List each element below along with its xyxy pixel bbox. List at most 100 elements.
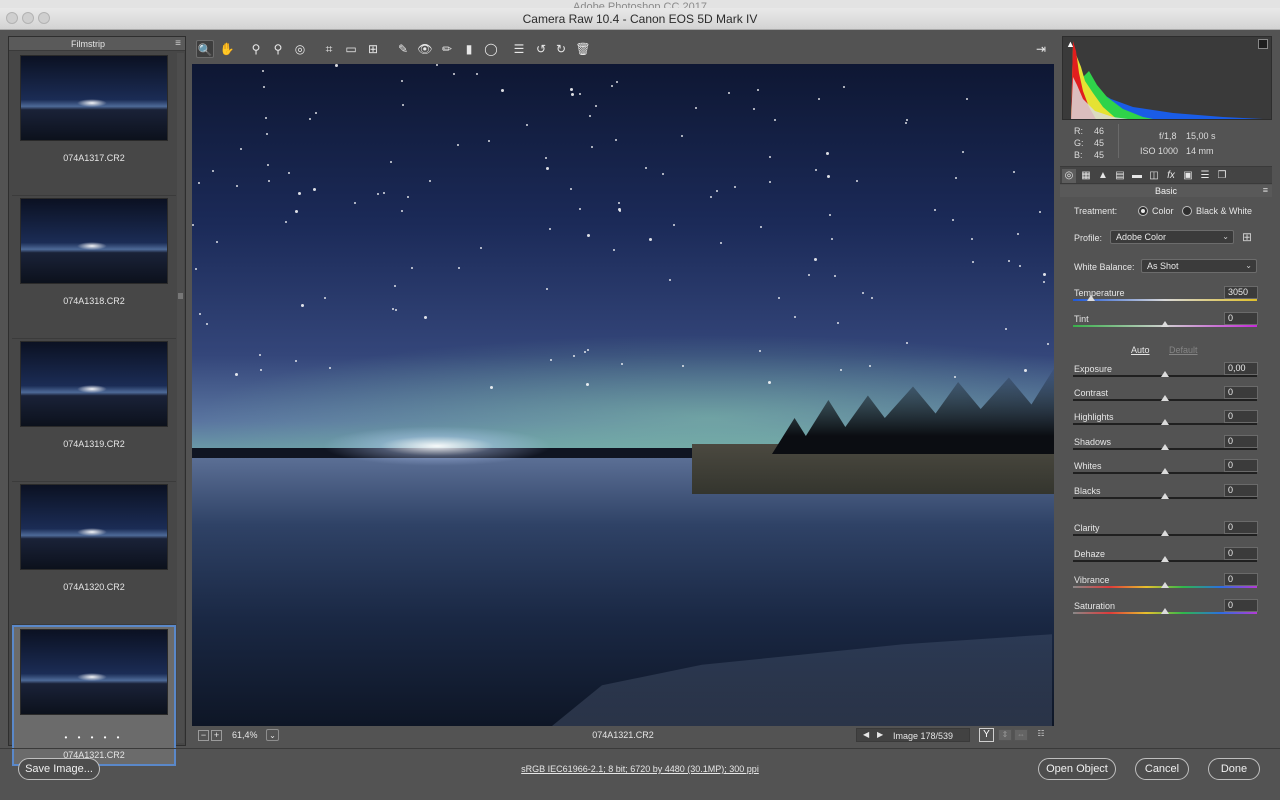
whites-slider-thumb[interactable] (1161, 468, 1169, 474)
cancel-button[interactable]: Cancel (1135, 758, 1189, 780)
star (206, 323, 208, 325)
tab-lens-icon[interactable]: ◫ (1147, 169, 1161, 183)
profile-browser-icon[interactable]: ⊞ (1239, 231, 1255, 245)
image-preview[interactable] (192, 64, 1054, 726)
tab-presets-icon[interactable]: ☰ (1198, 169, 1212, 183)
shutter-value: 15,00 s (1186, 131, 1216, 141)
star (869, 365, 871, 367)
blacks-slider-thumb[interactable] (1161, 493, 1169, 499)
exposure-value-field[interactable]: 0,00 (1224, 362, 1258, 375)
copy-settings-icon[interactable]: ⇔ (1014, 729, 1028, 741)
zoom-tool-icon[interactable]: 🔍 (196, 40, 214, 58)
dehaze-value-field[interactable]: 0 (1224, 547, 1258, 560)
straighten-tool-icon[interactable]: ▭ (342, 40, 360, 58)
tab-hsl-icon[interactable]: ▤ (1113, 169, 1127, 183)
clarity-slider-thumb[interactable] (1161, 530, 1169, 536)
tab-split-toning-icon[interactable]: ▬ (1130, 169, 1144, 183)
star (476, 73, 478, 75)
star (778, 297, 780, 299)
temperature-slider-thumb[interactable] (1087, 295, 1095, 301)
filmstrip-item[interactable]: 074A1319.CR2 (12, 339, 176, 482)
profile-select[interactable]: Adobe Color ⌄ (1110, 230, 1234, 244)
tab-effects-icon[interactable]: fx (1164, 169, 1178, 183)
star (710, 196, 712, 198)
treatment-color-label: Color (1152, 206, 1174, 216)
open-object-button[interactable]: Open Object (1038, 758, 1116, 780)
filmstrip-scrollbar[interactable] (177, 53, 184, 743)
transform-tool-icon[interactable]: ⊞ (364, 40, 382, 58)
temperature-value-field[interactable]: 3050 (1224, 286, 1258, 299)
tab-camera-calibration-icon[interactable]: ▣ (1181, 169, 1195, 183)
shadow-clipping-icon[interactable]: ▲ (1066, 39, 1075, 49)
next-image-icon[interactable]: ▶ (877, 730, 883, 739)
aperture-value: f/1,8 (1159, 131, 1177, 141)
star (1043, 273, 1046, 276)
treatment-color-radio[interactable] (1138, 206, 1148, 216)
highlight-clipping-icon[interactable] (1258, 39, 1268, 49)
filmstrip-item-selected[interactable]: • • • • • 074A1321.CR2 (12, 625, 176, 766)
tint-value-field[interactable]: 0 (1224, 312, 1258, 325)
exposure-slider-thumb[interactable] (1161, 371, 1169, 377)
color-sampler-tool-icon[interactable]: ⚲ (269, 40, 287, 58)
tab-snapshots-icon[interactable]: ❐ (1215, 169, 1229, 183)
white-balance-tool-icon[interactable]: ⚲ (247, 40, 265, 58)
dehaze-slider-thumb[interactable] (1161, 556, 1169, 562)
done-button[interactable]: Done (1208, 758, 1260, 780)
saturation-value-field[interactable]: 0 (1224, 599, 1258, 612)
previous-image-icon[interactable]: ◀ (863, 730, 869, 739)
highlights-value-field[interactable]: 0 (1224, 410, 1258, 423)
rotate-cw-icon[interactable]: ↻ (552, 40, 570, 58)
star (843, 86, 845, 88)
whites-value-field[interactable]: 0 (1224, 459, 1258, 472)
settings-toggle-icon[interactable]: ☷ (1034, 729, 1048, 741)
panel-menu-icon[interactable]: ≡ (1263, 185, 1268, 195)
white-balance-select[interactable]: As Shot ⌄ (1141, 259, 1257, 273)
spot-removal-tool-icon[interactable]: ✎ (394, 40, 412, 58)
rotate-ccw-icon[interactable]: ↺ (532, 40, 550, 58)
filmstrip-menu-icon[interactable]: ≡ (175, 39, 181, 49)
auto-button[interactable]: Auto (1131, 345, 1150, 355)
default-button[interactable]: Default (1169, 345, 1198, 355)
saturation-slider-thumb[interactable] (1161, 608, 1169, 614)
star (301, 304, 304, 307)
filmstrip-item[interactable]: 074A1317.CR2 (12, 53, 176, 196)
vibrance-slider-thumb[interactable] (1161, 582, 1169, 588)
treatment-bw-radio[interactable] (1182, 206, 1192, 216)
star (587, 349, 589, 351)
trash-icon[interactable]: 🗑 (574, 40, 592, 58)
vibrance-value-field[interactable]: 0 (1224, 573, 1258, 586)
shadows-value-field[interactable]: 0 (1224, 435, 1258, 448)
tab-detail-icon[interactable]: ▲ (1096, 169, 1110, 183)
temperature-slider-track[interactable] (1073, 299, 1257, 301)
star (394, 285, 396, 287)
targeted-adjustment-tool-icon[interactable]: ◎ (291, 40, 309, 58)
vibrance-label: Vibrance (1074, 575, 1110, 585)
compare-view-icon[interactable]: Y (979, 728, 994, 742)
contrast-value-field[interactable]: 0 (1224, 386, 1258, 399)
red-eye-tool-icon[interactable]: 👁 (416, 40, 434, 58)
graduated-filter-tool-icon[interactable]: ▮ (460, 40, 478, 58)
highlights-slider-thumb[interactable] (1161, 419, 1169, 425)
contrast-slider-thumb[interactable] (1161, 395, 1169, 401)
fullscreen-icon[interactable]: ⇥ (1032, 40, 1050, 58)
shadows-slider-thumb[interactable] (1161, 444, 1169, 450)
star (905, 122, 907, 124)
star (618, 202, 620, 204)
crop-tool-icon[interactable]: ⌗ (320, 40, 338, 58)
star (1024, 369, 1027, 372)
radial-filter-tool-icon[interactable]: ◯ (482, 40, 500, 58)
preferences-icon[interactable]: ☰ (510, 40, 528, 58)
tint-slider-thumb[interactable] (1161, 321, 1169, 327)
hand-tool-icon[interactable]: ✋ (218, 40, 236, 58)
star (288, 172, 290, 174)
rating-stars[interactable]: • • • • • (14, 733, 174, 742)
filmstrip-item[interactable]: 074A1320.CR2 (12, 482, 176, 625)
tab-basic-icon[interactable]: ◎ (1062, 169, 1076, 183)
swap-icon[interactable]: ⇕ (998, 729, 1012, 741)
filmstrip-item[interactable]: 074A1318.CR2 (12, 196, 176, 339)
tab-tone-curve-icon[interactable]: ▦ (1079, 169, 1093, 183)
blacks-value-field[interactable]: 0 (1224, 484, 1258, 497)
star (571, 93, 574, 96)
adjustment-brush-tool-icon[interactable]: ✏ (438, 40, 456, 58)
clarity-value-field[interactable]: 0 (1224, 521, 1258, 534)
